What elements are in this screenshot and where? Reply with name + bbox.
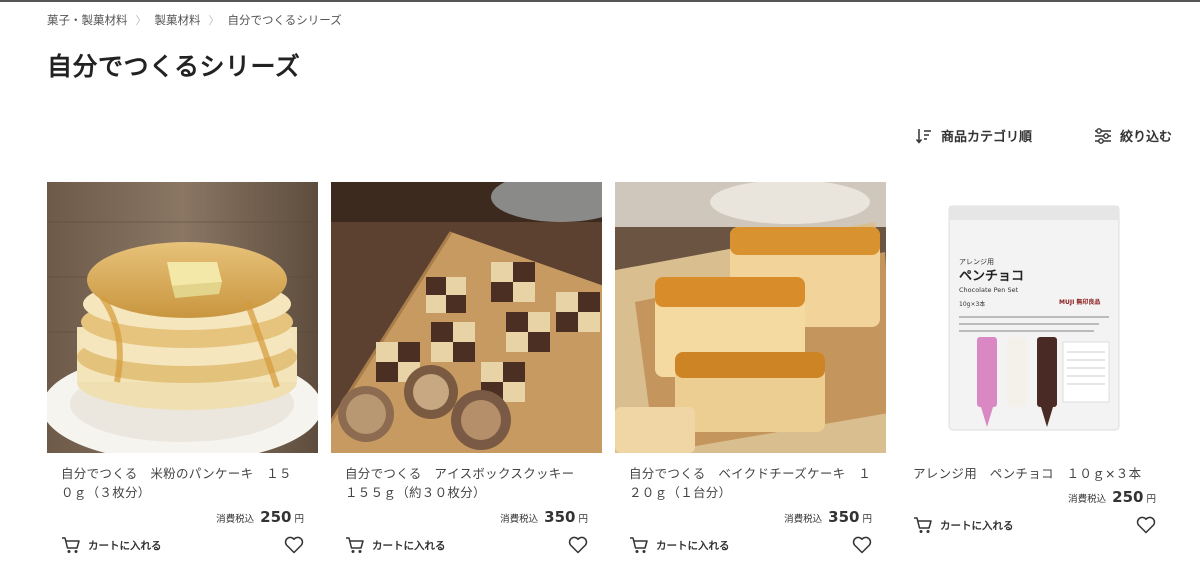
favorite-button[interactable] [852,536,872,554]
currency-label: 円 [1146,494,1156,505]
price-amount: 250 [260,508,292,526]
product-name[interactable]: 自分でつくる アイスボックスクッキー １５５ｇ（約３０枚分） [345,464,588,502]
price-amount: 250 [1112,488,1144,506]
sort-label: 商品カテゴリ順 [940,130,1032,145]
breadcrumb: 菓子・製菓材料 〉 製菓材料 〉 自分でつくるシリーズ [47,12,342,28]
tax-label: 消費税込 [784,514,823,525]
currency-label: 円 [862,514,872,525]
cart-icon [62,537,80,553]
list-toolbar: 商品カテゴリ順 絞り込む [915,126,1172,145]
package-text-line2: ペンチョコ [959,269,1024,284]
product-image-chocolate-pen[interactable]: アレンジ用 ペンチョコ Chocolate Pen Set 10g×3本 MUJ… [899,182,1170,453]
product-card: 自分でつくる 米粉のパンケーキ １５０ｇ（３枚分） 消費税込 250 円 カート… [47,182,318,572]
product-actions: カートに入れる [345,536,588,554]
tax-label: 消費税込 [500,514,539,525]
breadcrumb-item-diy-series[interactable]: 自分でつくるシリーズ [228,12,342,28]
breadcrumb-separator-icon: 〉 [135,14,147,27]
product-card: アレンジ用 ペンチョコ Chocolate Pen Set 10g×3本 MUJ… [899,182,1170,572]
product-grid: 自分でつくる 米粉のパンケーキ １５０ｇ（３枚分） 消費税込 250 円 カート… [47,182,1170,572]
add-to-cart-button[interactable]: カートに入れる [61,536,162,554]
product-image-baked-cheesecake[interactable] [615,182,886,453]
add-to-cart-button[interactable]: カートに入れる [629,536,730,554]
add-to-cart-button[interactable]: カートに入れる [913,516,1014,534]
product-price: 消費税込 350 円 [500,508,588,526]
currency-label: 円 [578,514,588,525]
heart-outline-icon [852,536,872,554]
product-card: 自分でつくる ベイクドチーズケーキ １２０ｇ（１台分） 消費税込 350 円 カ… [615,182,886,572]
page-title: 自分でつくるシリーズ [47,52,301,81]
package-text-line1: アレンジ用 [959,258,994,266]
filter-button[interactable]: 絞り込む [1094,126,1172,145]
add-to-cart-button[interactable]: カートに入れる [345,536,446,554]
package-text-line4: 10g×3本 [959,300,985,308]
currency-label: 円 [294,514,304,525]
product-image-icebox-cookies[interactable] [331,182,602,453]
add-to-cart-label: カートに入れる [656,539,730,552]
tax-label: 消費税込 [216,514,255,525]
filter-sliders-icon [1094,127,1111,144]
add-to-cart-label: カートに入れる [940,519,1014,532]
tax-label: 消費税込 [1068,494,1107,505]
add-to-cart-label: カートに入れる [88,539,162,552]
cart-icon [346,537,364,553]
product-price: 消費税込 350 円 [784,508,872,526]
package-text-line3: Chocolate Pen Set [959,286,1019,294]
product-price: 消費税込 250 円 [216,508,304,526]
product-card: 自分でつくる アイスボックスクッキー １５５ｇ（約３０枚分） 消費税込 350 … [331,182,602,572]
favorite-button[interactable] [568,536,588,554]
sort-button[interactable]: 商品カテゴリ順 [915,126,1032,145]
cart-icon [914,517,932,533]
brand-logo: MUJI 無印良品 [1059,298,1100,306]
heart-outline-icon [568,536,588,554]
heart-outline-icon [1136,516,1156,534]
breadcrumb-item-confectionery[interactable]: 菓子・製菓材料 [47,12,128,28]
product-image-pancake[interactable] [47,182,318,453]
product-name[interactable]: 自分でつくる ベイクドチーズケーキ １２０ｇ（１台分） [629,464,872,502]
favorite-button[interactable] [284,536,304,554]
price-amount: 350 [544,508,576,526]
heart-outline-icon [284,536,304,554]
cart-icon [630,537,648,553]
breadcrumb-separator-icon: 〉 [208,14,220,27]
product-actions: カートに入れる [913,516,1156,534]
product-price: 消費税込 250 円 [1068,488,1156,506]
product-actions: カートに入れる [629,536,872,554]
breadcrumb-item-baking-ingredients[interactable]: 製菓材料 [155,12,201,28]
filter-label: 絞り込む [1119,130,1172,145]
sort-order-icon [915,128,931,144]
favorite-button[interactable] [1136,516,1156,534]
product-actions: カートに入れる [61,536,304,554]
add-to-cart-label: カートに入れる [372,539,446,552]
product-name[interactable]: 自分でつくる 米粉のパンケーキ １５０ｇ（３枚分） [61,464,304,502]
price-amount: 350 [828,508,860,526]
